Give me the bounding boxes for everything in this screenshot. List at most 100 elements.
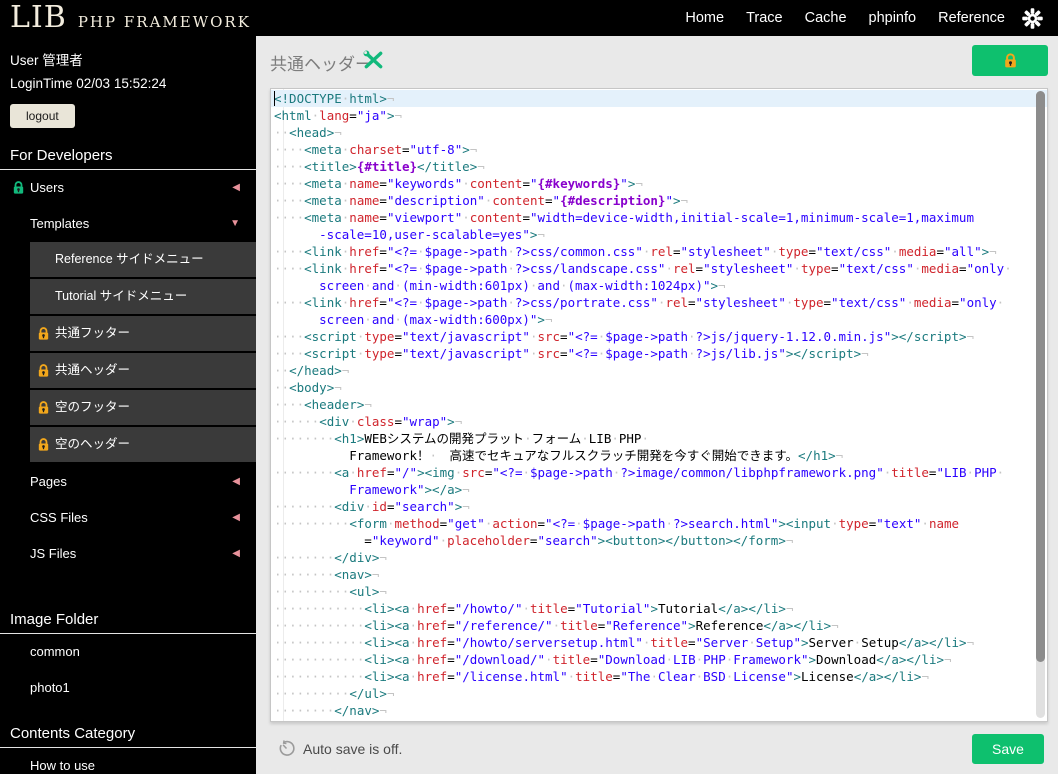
sidebar-subitem-label: Reference サイドメニュー xyxy=(55,252,204,266)
autosave-timer-icon xyxy=(279,740,295,756)
code-line[interactable]: ············<li><a·href="/howto/serverse… xyxy=(271,634,1047,651)
sidebar-item-common[interactable]: common xyxy=(0,634,256,670)
code-line[interactable]: ····<script·type="text/javascript"·src="… xyxy=(271,345,1047,362)
code-line[interactable]: ········<a·href="/"><img·src="<?=·$page-… xyxy=(271,464,1047,481)
sidebar-subitem-label: 共通ヘッダー xyxy=(55,363,131,377)
sidebar-subitem-label: Tutorial サイドメニュー xyxy=(55,289,188,303)
sidebar-item-how-to-use[interactable]: How to use xyxy=(0,748,256,774)
sidebar-item-label: Users xyxy=(30,180,64,195)
code-line[interactable]: screen·and·(max-width:600px)">¬ xyxy=(271,311,1047,328)
sidebar-sections: For Developers Users ◀ Templates ▼ Reference… xyxy=(0,147,256,774)
login-time: LoginTime 02/03 15:52:24 xyxy=(10,76,167,91)
code-line[interactable]: ············<li><a·href="/license.html"·… xyxy=(271,668,1047,685)
nav-item-cache[interactable]: Cache xyxy=(805,10,847,26)
lock-icon xyxy=(38,401,49,414)
lock-icon xyxy=(38,438,49,451)
sidebar-subitem-jp-5[interactable]: 空のヘッダー xyxy=(30,427,256,462)
code-line[interactable]: <html·lang="ja">¬ xyxy=(271,107,1047,124)
nav-item-trace[interactable]: Trace xyxy=(746,10,783,26)
code-line[interactable]: Framework"></a>¬ xyxy=(271,481,1047,498)
sidebar-item-users[interactable]: Users ◀ xyxy=(0,170,256,206)
sidebar-subitem-jp-2[interactable]: 共通フッター xyxy=(30,316,256,351)
code-line[interactable]: ····<meta·name="keywords"·content="{#key… xyxy=(271,175,1047,192)
code-line[interactable]: ······</div> xyxy=(271,719,1047,721)
chevron-left-icon: ◀ xyxy=(232,548,240,559)
lock-icon xyxy=(38,364,49,377)
code-line[interactable]: ····<script·type="text/javascript"·src="… xyxy=(271,328,1047,345)
code-line[interactable]: ······<div·class="wrap">¬ xyxy=(271,413,1047,430)
text-cursor xyxy=(274,91,275,106)
sidebar-heading-for-developers: For Developers xyxy=(0,147,256,170)
code-line[interactable]: ········</div>¬ xyxy=(271,549,1047,566)
tools-icon xyxy=(363,50,383,69)
sidebar-heading-contents-category: Contents Category xyxy=(0,725,256,748)
sidebar-item-pages[interactable]: Pages ◀ xyxy=(0,464,256,500)
nav-item-phpinfo[interactable]: phpinfo xyxy=(869,10,917,26)
nav-item-reference[interactable]: Reference xyxy=(938,10,1005,26)
code-line[interactable]: ············<li><a·href="/reference/"·ti… xyxy=(271,617,1047,634)
code-line[interactable]: <!DOCTYPE·html>¬ xyxy=(271,90,1047,107)
sidebar-heading-image-folder: Image Folder xyxy=(0,611,256,634)
autosave-status-area xyxy=(277,739,296,763)
code-line[interactable]: Framework！· 高速でセキュアなフルスクラッチ開発を今すぐ開始できます。… xyxy=(271,447,1047,464)
lock-icon xyxy=(38,327,49,340)
chevron-left-icon: ◀ xyxy=(232,182,240,193)
code-line[interactable]: -scale=10,user-scalable=yes">¬ xyxy=(271,226,1047,243)
chevron-left-icon: ◀ xyxy=(232,512,240,523)
page-title: 共通ヘッダー xyxy=(270,55,372,74)
code-line[interactable]: ····<link·href="<?=·$page->path·?>css/la… xyxy=(271,260,1047,277)
sidebar-item-css-files[interactable]: CSS Files ◀ xyxy=(0,500,256,536)
code-line[interactable]: ····<link·href="<?=·$page->path·?>css/po… xyxy=(271,294,1047,311)
sidebar-item-photo1[interactable]: photo1 xyxy=(0,670,256,706)
chevron-down-icon: ▼ xyxy=(230,218,240,229)
sidebar-subitem-jp-3[interactable]: 共通ヘッダー xyxy=(30,353,256,388)
sidebar-subitem-label: 共通フッター xyxy=(55,326,131,340)
logout-button[interactable]: logout xyxy=(10,104,75,128)
sidebar-subitem-tutorial[interactable]: Tutorial サイドメニュー xyxy=(30,279,256,314)
code-line[interactable]: ····<link·href="<?=·$page->path·?>css/co… xyxy=(271,243,1047,260)
sidebar-item-label: common xyxy=(30,644,80,659)
code-line[interactable]: ········<h1>WEBシステムの開発プラット·フォーム·LIB·PHP· xyxy=(271,430,1047,447)
sidebar-item-label: Pages xyxy=(30,474,67,489)
sidebar-subitem-jp-4[interactable]: 空のフッター xyxy=(30,390,256,425)
code-line[interactable]: ····<meta·charset="utf-8">¬ xyxy=(271,141,1047,158)
code-line[interactable]: ····<meta·name="description"·content="{#… xyxy=(271,192,1047,209)
settings-button[interactable] xyxy=(1022,7,1043,29)
sidebar-item-label: How to use xyxy=(30,758,96,773)
scrollbar-thumb[interactable] xyxy=(1036,91,1045,662)
save-button[interactable]: Save xyxy=(972,734,1044,764)
code-line[interactable]: ··</head>¬ xyxy=(271,362,1047,379)
editor-scrollbar xyxy=(1036,91,1045,718)
code-line[interactable]: ··<head>¬ xyxy=(271,124,1047,141)
app-logo: LIB PHP FRAMEWORK xyxy=(0,1,251,35)
sidebar-item-label: CSS Files xyxy=(30,510,88,525)
code-line[interactable]: screen·and·(min-width:601px)·and·(max-wi… xyxy=(271,277,1047,294)
code-line[interactable]: ··<body>¬ xyxy=(271,379,1047,396)
autosave-status-text: Auto save is off. xyxy=(303,741,403,757)
edit-tools-button[interactable] xyxy=(362,50,385,75)
code-line[interactable]: ····<title>{#title}</title>¬ xyxy=(271,158,1047,175)
lock-toggle-button[interactable] xyxy=(972,45,1048,76)
sidebar-item-js-files[interactable]: JS Files ◀ xyxy=(0,536,256,572)
sidebar-subitem-reference[interactable]: Reference サイドメニュー xyxy=(30,242,256,277)
top-bar: LIB PHP FRAMEWORK Home Trace Cache phpinfo R… xyxy=(0,0,1058,36)
nav-item-home[interactable]: Home xyxy=(685,10,724,26)
sidebar-item-label: photo1 xyxy=(30,680,70,695)
code-line[interactable]: ="keyword"·placeholder="search"><button>… xyxy=(271,532,1047,549)
code-editor[interactable]: <!DOCTYPE·html>¬ <html·lang="ja">¬ ··<head… xyxy=(270,88,1048,722)
logo-main-text: LIB xyxy=(10,0,67,35)
sidebar-item-templates[interactable]: Templates ▼ xyxy=(0,206,256,242)
code-line[interactable]: ············<li><a·href="/howto/"·title=… xyxy=(271,600,1047,617)
code-line[interactable]: ········<nav>¬ xyxy=(271,566,1047,583)
code-line[interactable]: ····<meta·name="viewport"·content="width… xyxy=(271,209,1047,226)
code-content: <!DOCTYPE·html>¬ <html·lang="ja">¬ ··<head… xyxy=(271,89,1047,721)
code-line[interactable]: ··········<ul>¬ xyxy=(271,583,1047,600)
code-line[interactable]: ············<li><a·href="/download/"·tit… xyxy=(271,651,1047,668)
code-line[interactable]: ········<div·id="search">¬ xyxy=(271,498,1047,515)
code-line[interactable]: ··········</ul>¬ xyxy=(271,685,1047,702)
lock-icon xyxy=(13,181,24,194)
code-line[interactable]: ··········<form·method="get"·action="<?=… xyxy=(271,515,1047,532)
code-line[interactable]: ········</nav>¬ xyxy=(271,702,1047,719)
code-line[interactable]: ····<header>¬ xyxy=(271,396,1047,413)
sidebar: User 管理者 LoginTime 02/03 15:52:24 logout… xyxy=(0,36,256,774)
